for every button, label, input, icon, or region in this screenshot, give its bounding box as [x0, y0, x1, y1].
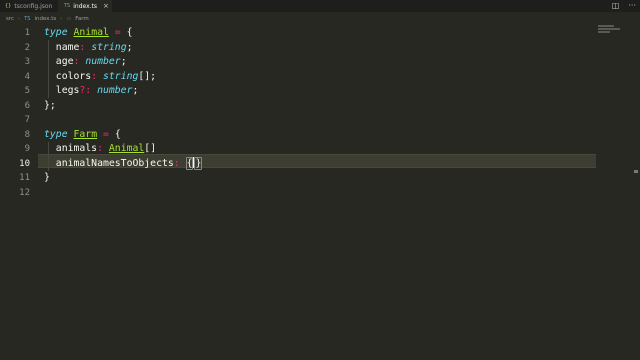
typescript-file-icon: TS: [64, 3, 71, 9]
code-line[interactable]: };: [44, 99, 56, 114]
typescript-file-icon: TS: [24, 16, 31, 22]
chevron-right-icon: ›: [18, 16, 21, 22]
line-number-current: 10: [19, 158, 30, 169]
line-number: 4: [24, 71, 30, 82]
tab-tsconfig[interactable]: {} tsconfig.json: [0, 0, 58, 12]
code-line[interactable]: colors: string[];: [44, 70, 156, 85]
code-line[interactable]: animals: Animal[]: [44, 142, 156, 157]
close-icon[interactable]: ×: [103, 2, 109, 10]
line-number: 6: [24, 100, 30, 111]
vertical-scrollbar[interactable]: [626, 12, 640, 360]
line-number: 12: [19, 187, 30, 198]
breadcrumb-folder[interactable]: src: [6, 16, 14, 22]
more-actions-icon[interactable]: ···: [628, 1, 636, 10]
code-line[interactable]: }: [44, 171, 50, 186]
code-line[interactable]: legs?: number;: [44, 84, 139, 99]
json-file-icon: {}: [5, 3, 12, 9]
line-number: 8: [24, 129, 30, 140]
line-number: 5: [24, 86, 30, 96]
code-line[interactable]: age: number;: [44, 55, 127, 70]
tab-index-ts[interactable]: TS index.ts ×: [58, 0, 112, 12]
minimap[interactable]: [598, 24, 624, 38]
line-number: 7: [24, 115, 30, 125]
tab-label: tsconfig.json: [14, 2, 53, 10]
code-line[interactable]: name: string;: [44, 41, 133, 56]
code-line[interactable]: type Farm = {: [44, 128, 121, 143]
cursor-position-marker: [634, 170, 638, 173]
split-editor-icon[interactable]: ◫: [612, 1, 620, 10]
tab-bar: {} tsconfig.json TS index.ts × ◫ ···: [0, 0, 640, 12]
type-symbol-icon: ▭: [66, 16, 72, 22]
line-number: 2: [24, 42, 30, 53]
tab-label: index.ts: [73, 2, 98, 10]
line-number: 9: [24, 144, 30, 154]
line-number: 11: [19, 173, 30, 183]
line-number: 3: [24, 57, 30, 67]
code-line[interactable]: type Animal = {: [44, 26, 133, 41]
breadcrumb-file[interactable]: index.ts: [34, 16, 56, 22]
breadcrumb: src › TS index.ts › ▭ Farm: [6, 14, 89, 24]
code-line-current[interactable]: animalNamesToObjects: {}: [44, 156, 203, 172]
chevron-right-icon: ›: [60, 16, 63, 22]
line-number: 1: [24, 28, 30, 38]
breadcrumb-symbol[interactable]: Farm: [75, 16, 89, 22]
